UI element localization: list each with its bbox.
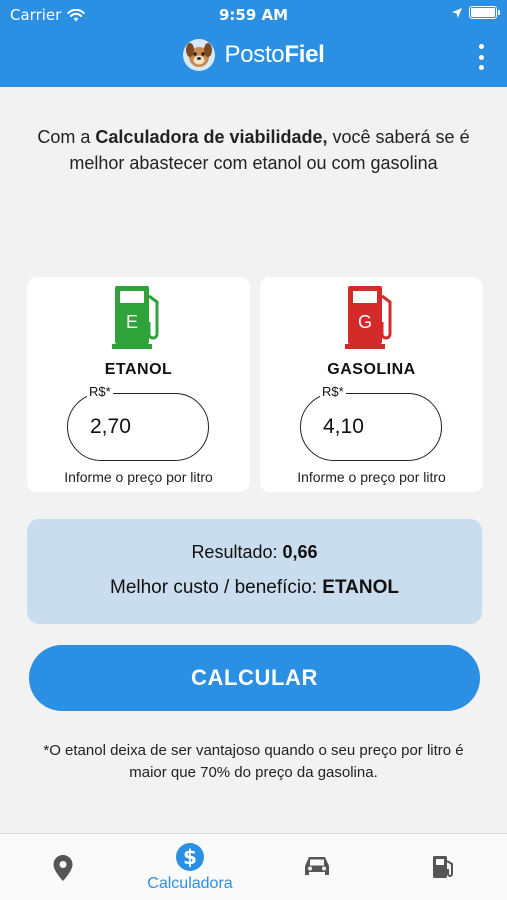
car-icon (305, 857, 329, 875)
intro-text: Com a Calculadora de viabilidade, você s… (20, 124, 487, 176)
red-fuel-pump-icon: G (345, 286, 392, 349)
mascot-icon (183, 39, 216, 71)
logo-text-bold: Fiel (284, 41, 325, 68)
intro-prefix: Com a (37, 127, 96, 147)
gasolina-hint: Informe o preço por litro (297, 469, 446, 485)
result-value: 0,66 (282, 542, 318, 562)
tab-location[interactable] (0, 834, 126, 900)
pump-letter-etanol: E (126, 312, 138, 332)
gasolina-card: G GASOLINA R$* 4,10 Informe o preço por … (260, 277, 483, 492)
result-line: Resultado: 0,66 (27, 542, 482, 563)
status-bar: Carrier 9:59 AM (0, 0, 507, 30)
tab-fuel-stations[interactable] (381, 834, 507, 900)
tab-vehicles[interactable] (254, 834, 380, 900)
gasolina-price-input[interactable]: 4,10 (300, 393, 442, 461)
pump-letter-gasolina: G (358, 312, 372, 332)
more-options-icon[interactable] (477, 44, 485, 70)
logo-text-light: Posto (224, 41, 285, 68)
result-panel: Resultado: 0,66 Melhor custo / benefício… (27, 519, 482, 624)
etanol-hint: Informe o preço por litro (64, 469, 213, 485)
location-pin-icon (53, 855, 73, 881)
fuel-pump-icon (433, 856, 453, 878)
battery-icon (469, 6, 500, 19)
tab-calculadora-label: Calculadora (147, 875, 233, 892)
calculate-button[interactable]: CALCULAR (29, 645, 480, 711)
status-time: 9:59 AM (218, 6, 289, 24)
location-arrow-icon (452, 7, 462, 18)
footnote-text: *O etanol deixa de ser vantajoso quando … (43, 742, 464, 781)
green-fuel-pump-icon: E (112, 286, 159, 349)
best-cost-value: ETANOL (322, 577, 399, 598)
intro-highlight: Calculadora de viabilidade, (95, 127, 328, 147)
gasolina-currency-label: R$* (320, 384, 346, 399)
gasolina-title: GASOLINA (327, 361, 416, 378)
etanol-card: E ETANOL R$* 2,70 Informe o preço por li… (27, 277, 250, 492)
result-label: Resultado: (191, 542, 283, 562)
etanol-title: ETANOL (104, 361, 173, 378)
app-logo: PostoFiel (0, 38, 507, 72)
svg-text:$: $ (183, 845, 197, 869)
app-header: Carrier 9:59 AM PostoFiel (0, 0, 507, 87)
etanol-currency-label: R$* (87, 384, 113, 399)
dollar-icon: $ (176, 843, 204, 871)
tab-calculadora[interactable]: $ Calculadora (127, 834, 253, 900)
best-cost-line: Melhor custo / benefício: ETANOL (27, 577, 482, 599)
tab-bar: $ Calculadora (0, 833, 507, 900)
etanol-price-input[interactable]: 2,70 (67, 393, 209, 461)
best-cost-label: Melhor custo / benefício: (110, 577, 323, 598)
